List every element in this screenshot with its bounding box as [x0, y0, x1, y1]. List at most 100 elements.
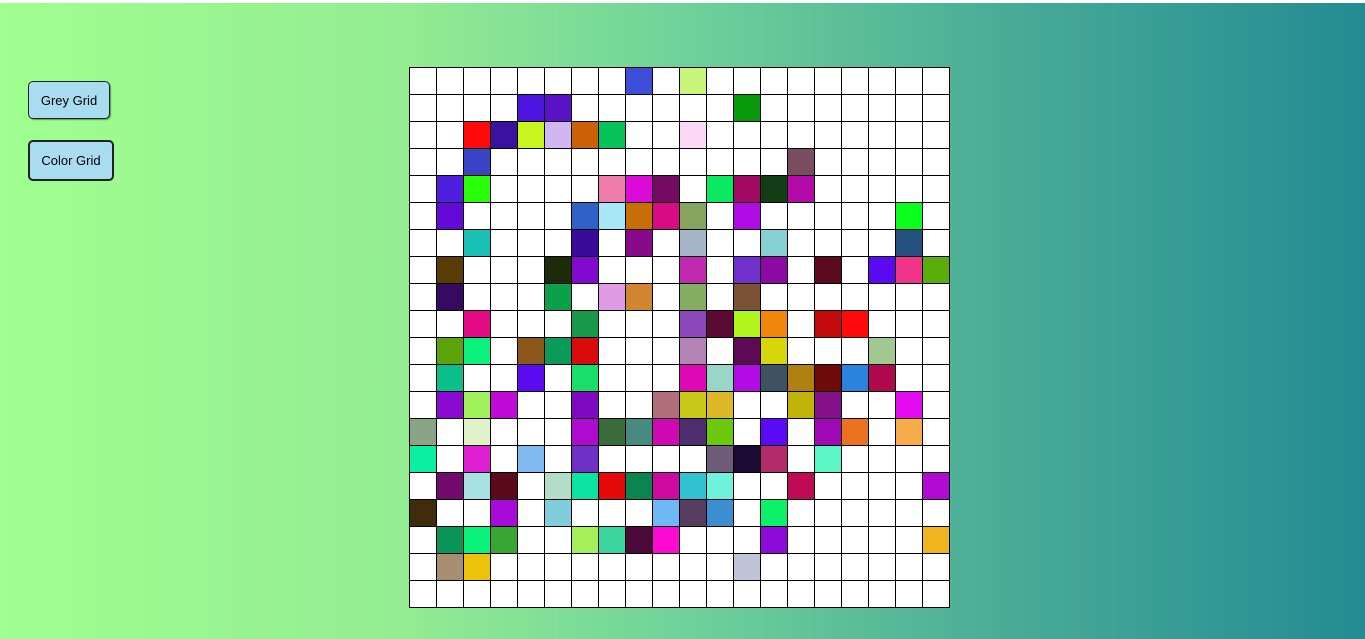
grid-cell[interactable] — [491, 473, 518, 500]
grid-cell[interactable] — [707, 419, 734, 446]
grid-cell[interactable] — [680, 419, 707, 446]
grid-cell[interactable] — [815, 176, 842, 203]
grid-cell[interactable] — [734, 446, 761, 473]
grid-cell[interactable] — [869, 230, 896, 257]
grid-cell[interactable] — [491, 419, 518, 446]
grid-cell[interactable] — [410, 554, 437, 581]
grid-cell[interactable] — [410, 500, 437, 527]
grid-cell[interactable] — [788, 68, 815, 95]
grid-cell[interactable] — [842, 257, 869, 284]
grid-cell[interactable] — [707, 122, 734, 149]
grid-cell[interactable] — [464, 365, 491, 392]
grid-cell[interactable] — [464, 419, 491, 446]
grid-cell[interactable] — [896, 500, 923, 527]
grid-cell[interactable] — [437, 149, 464, 176]
grid-cell[interactable] — [491, 581, 518, 608]
grid-cell[interactable] — [734, 203, 761, 230]
grid-cell[interactable] — [842, 68, 869, 95]
grid-cell[interactable] — [707, 176, 734, 203]
grid-cell[interactable] — [896, 392, 923, 419]
grid-cell[interactable] — [437, 419, 464, 446]
grid-cell[interactable] — [491, 338, 518, 365]
grid-cell[interactable] — [626, 230, 653, 257]
grid-cell[interactable] — [545, 95, 572, 122]
grid-cell[interactable] — [653, 203, 680, 230]
grid-cell[interactable] — [464, 68, 491, 95]
grid-cell[interactable] — [410, 392, 437, 419]
grid-cell[interactable] — [572, 365, 599, 392]
grid-cell[interactable] — [572, 230, 599, 257]
grey-grid-button[interactable]: Grey Grid — [28, 81, 110, 119]
grid-cell[interactable] — [896, 95, 923, 122]
grid-cell[interactable] — [896, 365, 923, 392]
grid-cell[interactable] — [464, 230, 491, 257]
grid-cell[interactable] — [572, 392, 599, 419]
grid-cell[interactable] — [788, 203, 815, 230]
grid-cell[interactable] — [653, 365, 680, 392]
grid-cell[interactable] — [599, 311, 626, 338]
grid-cell[interactable] — [680, 311, 707, 338]
grid-cell[interactable] — [707, 284, 734, 311]
grid-cell[interactable] — [599, 95, 626, 122]
grid-cell[interactable] — [842, 95, 869, 122]
grid-cell[interactable] — [464, 176, 491, 203]
grid-cell[interactable] — [626, 284, 653, 311]
grid-cell[interactable] — [842, 392, 869, 419]
grid-cell[interactable] — [518, 446, 545, 473]
grid-cell[interactable] — [815, 95, 842, 122]
grid-cell[interactable] — [707, 257, 734, 284]
grid-cell[interactable] — [464, 311, 491, 338]
grid-cell[interactable] — [518, 68, 545, 95]
grid-cell[interactable] — [572, 419, 599, 446]
grid-cell[interactable] — [626, 68, 653, 95]
grid-cell[interactable] — [653, 338, 680, 365]
grid-cell[interactable] — [545, 338, 572, 365]
grid-cell[interactable] — [626, 446, 653, 473]
grid-cell[interactable] — [788, 95, 815, 122]
grid-cell[interactable] — [518, 122, 545, 149]
grid-cell[interactable] — [545, 554, 572, 581]
grid-cell[interactable] — [734, 473, 761, 500]
grid-cell[interactable] — [545, 311, 572, 338]
grid-cell[interactable] — [437, 230, 464, 257]
grid-cell[interactable] — [410, 95, 437, 122]
grid-cell[interactable] — [869, 95, 896, 122]
grid-cell[interactable] — [896, 203, 923, 230]
grid-cell[interactable] — [680, 122, 707, 149]
grid-cell[interactable] — [491, 500, 518, 527]
grid-cell[interactable] — [896, 554, 923, 581]
grid-cell[interactable] — [815, 68, 842, 95]
grid-cell[interactable] — [815, 392, 842, 419]
grid-cell[interactable] — [680, 392, 707, 419]
grid-cell[interactable] — [410, 581, 437, 608]
grid-cell[interactable] — [707, 473, 734, 500]
grid-cell[interactable] — [518, 392, 545, 419]
grid-cell[interactable] — [788, 311, 815, 338]
grid-cell[interactable] — [572, 338, 599, 365]
grid-cell[interactable] — [869, 284, 896, 311]
grid-cell[interactable] — [653, 473, 680, 500]
grid-cell[interactable] — [491, 284, 518, 311]
grid-cell[interactable] — [545, 149, 572, 176]
grid-cell[interactable] — [572, 257, 599, 284]
grid-cell[interactable] — [572, 446, 599, 473]
grid-cell[interactable] — [626, 392, 653, 419]
grid-cell[interactable] — [842, 122, 869, 149]
grid-cell[interactable] — [734, 554, 761, 581]
grid-cell[interactable] — [788, 500, 815, 527]
grid-cell[interactable] — [572, 527, 599, 554]
grid-cell[interactable] — [437, 284, 464, 311]
grid-cell[interactable] — [896, 419, 923, 446]
grid-cell[interactable] — [437, 203, 464, 230]
grid-cell[interactable] — [869, 500, 896, 527]
grid-cell[interactable] — [707, 68, 734, 95]
grid-cell[interactable] — [896, 68, 923, 95]
grid-cell[interactable] — [545, 500, 572, 527]
grid-cell[interactable] — [464, 95, 491, 122]
grid-cell[interactable] — [923, 419, 950, 446]
grid-cell[interactable] — [518, 338, 545, 365]
grid-cell[interactable] — [761, 230, 788, 257]
grid-cell[interactable] — [545, 176, 572, 203]
grid-cell[interactable] — [923, 527, 950, 554]
grid-cell[interactable] — [491, 365, 518, 392]
